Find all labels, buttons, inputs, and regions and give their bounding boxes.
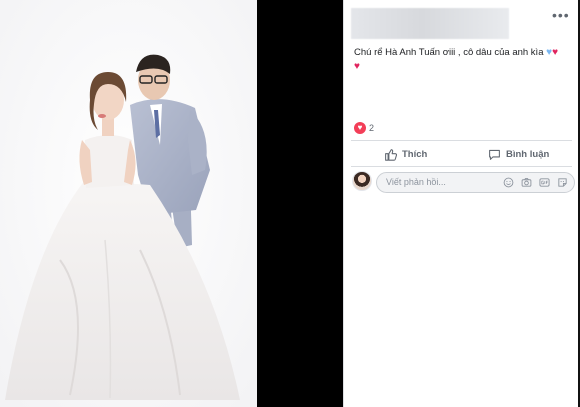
love-reaction-icon: ♥ (354, 122, 366, 134)
red-heart-icon: ♥ (552, 47, 559, 58)
wedding-photo-image (0, 0, 257, 407)
reaction-count: 2 (369, 123, 375, 133)
comment-button[interactable]: Bình luận (488, 145, 549, 163)
avatar[interactable] (352, 171, 372, 191)
more-options-icon[interactable]: ••• (552, 8, 569, 22)
divider (351, 166, 572, 167)
comment-icon (488, 148, 501, 161)
like-label: Thích (402, 148, 428, 160)
post-panel: ••• Chú rể Hà Anh Tuấn ơiii , cô dâu của… (343, 0, 578, 407)
comment-placeholder: Viết phản hồi... (386, 177, 446, 187)
photo-viewer-background (257, 0, 343, 407)
like-icon (384, 148, 397, 161)
comment-tools (503, 177, 568, 188)
comment-input[interactable]: Viết phản hồi... (376, 172, 575, 193)
camera-icon[interactable] (521, 177, 532, 188)
post-caption: Chú rể Hà Anh Tuấn ơiii , cô dâu của anh… (354, 46, 572, 74)
reaction-summary[interactable]: ♥ 2 (354, 121, 374, 135)
emoji-icon[interactable] (503, 177, 514, 188)
author-header-redacted (351, 8, 509, 39)
post-photo[interactable] (0, 0, 257, 407)
sticker-icon[interactable] (557, 177, 568, 188)
red-heart-icon: ♥ (354, 61, 360, 72)
divider (351, 140, 572, 141)
caption-text: Chú rể Hà Anh Tuấn ơiii , cô dâu của anh… (354, 47, 544, 58)
like-button[interactable]: Thích (384, 145, 427, 163)
comment-composer: Viết phản hồi... (351, 171, 575, 193)
gif-icon[interactable] (539, 177, 550, 188)
comment-label: Bình luận (506, 148, 550, 160)
